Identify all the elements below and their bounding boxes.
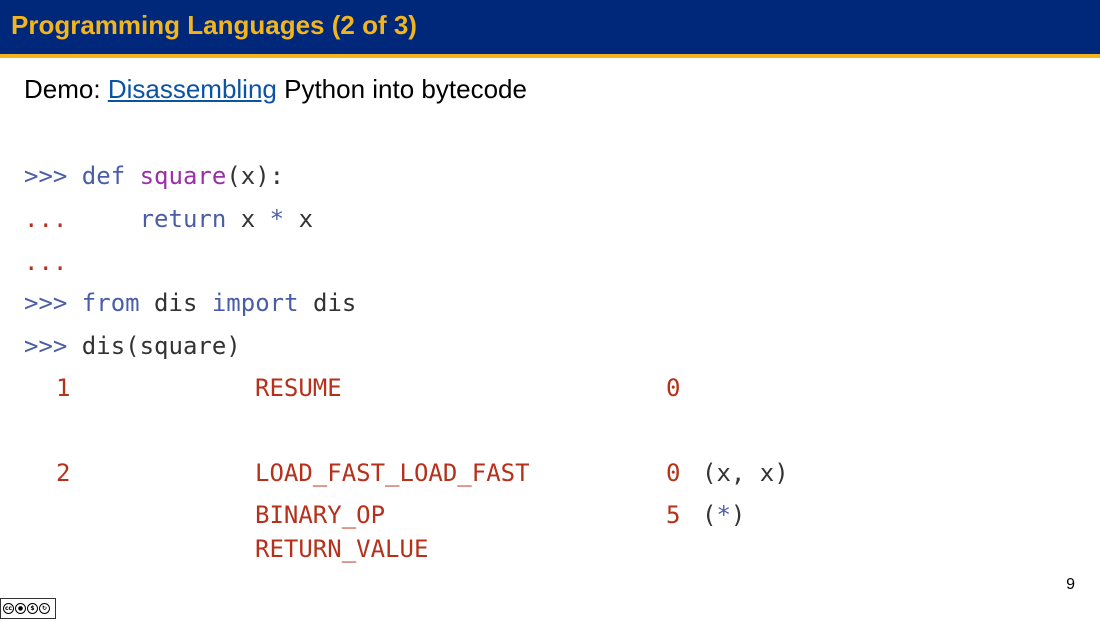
keyword-return: return <box>139 205 227 233</box>
repl-prompt: >>> <box>24 332 82 360</box>
multiply-operator: * <box>716 501 731 529</box>
keyword-import: import <box>211 289 299 317</box>
slide: Programming Languages (2 of 3) Demo: Dis… <box>0 0 1100 619</box>
dis-call: dis(square) <box>81 332 241 360</box>
dis-argrepr: (*) <box>702 503 745 527</box>
multiply-operator: * <box>269 205 285 233</box>
page-number: 9 <box>1066 576 1075 593</box>
dis-lineno: 1 <box>56 374 71 402</box>
dis-arg: 0 <box>666 374 681 402</box>
dis-opname: RETURN_VALUE <box>255 535 429 563</box>
dis-opname: RESUME <box>255 374 342 402</box>
creative-commons-license-icon[interactable]: cc ● $ ↻ <box>0 598 56 619</box>
continuation-prompt: ... <box>24 248 68 276</box>
function-name: square <box>139 162 227 190</box>
dis-arg: 0 <box>666 459 681 487</box>
code-line-import: >>> from dis import dis <box>24 291 356 315</box>
paren-close: ) <box>730 501 746 529</box>
dis-opname: LOAD_FAST_LOAD_FAST <box>255 459 530 487</box>
slide-title: Programming Languages (2 of 3) <box>11 10 417 40</box>
repl-prompt: >>> <box>24 289 82 317</box>
operand-x: x <box>284 205 314 233</box>
dis-opname: BINARY_OP <box>255 501 386 529</box>
sa-icon: ↻ <box>39 603 50 614</box>
subtitle-suffix: Python into bytecode <box>276 74 527 104</box>
keyword-def: def <box>81 162 126 190</box>
paren-open: ( <box>702 501 717 529</box>
function-params: (x): <box>226 162 285 190</box>
keyword-from: from <box>81 289 140 317</box>
code-line-dis-call: >>> dis(square) <box>24 334 241 358</box>
imported-name: dis <box>298 289 357 317</box>
operand-x: x <box>226 205 270 233</box>
disassembling-link[interactable]: Disassembling <box>108 74 277 104</box>
module-name: dis <box>139 289 212 317</box>
dis-arg: 5 <box>666 501 681 529</box>
code-line-return: ... return x * x <box>24 207 313 231</box>
code-line-blank: ... <box>24 250 67 274</box>
repl-prompt: >>> <box>24 162 82 190</box>
header-bar: Programming Languages (2 of 3) <box>0 0 1100 58</box>
code-line-def: >>> def square(x): <box>24 164 284 188</box>
continuation-prompt: ... <box>24 205 68 233</box>
cc-icon: cc <box>3 603 14 614</box>
by-icon: ● <box>15 603 26 614</box>
nc-icon: $ <box>27 603 38 614</box>
subtitle-prefix: Demo: <box>24 74 108 104</box>
dis-argrepr: (x, x) <box>702 459 789 487</box>
subtitle: Demo: Disassembling Python into bytecode <box>24 74 527 105</box>
dis-lineno: 2 <box>56 459 71 487</box>
